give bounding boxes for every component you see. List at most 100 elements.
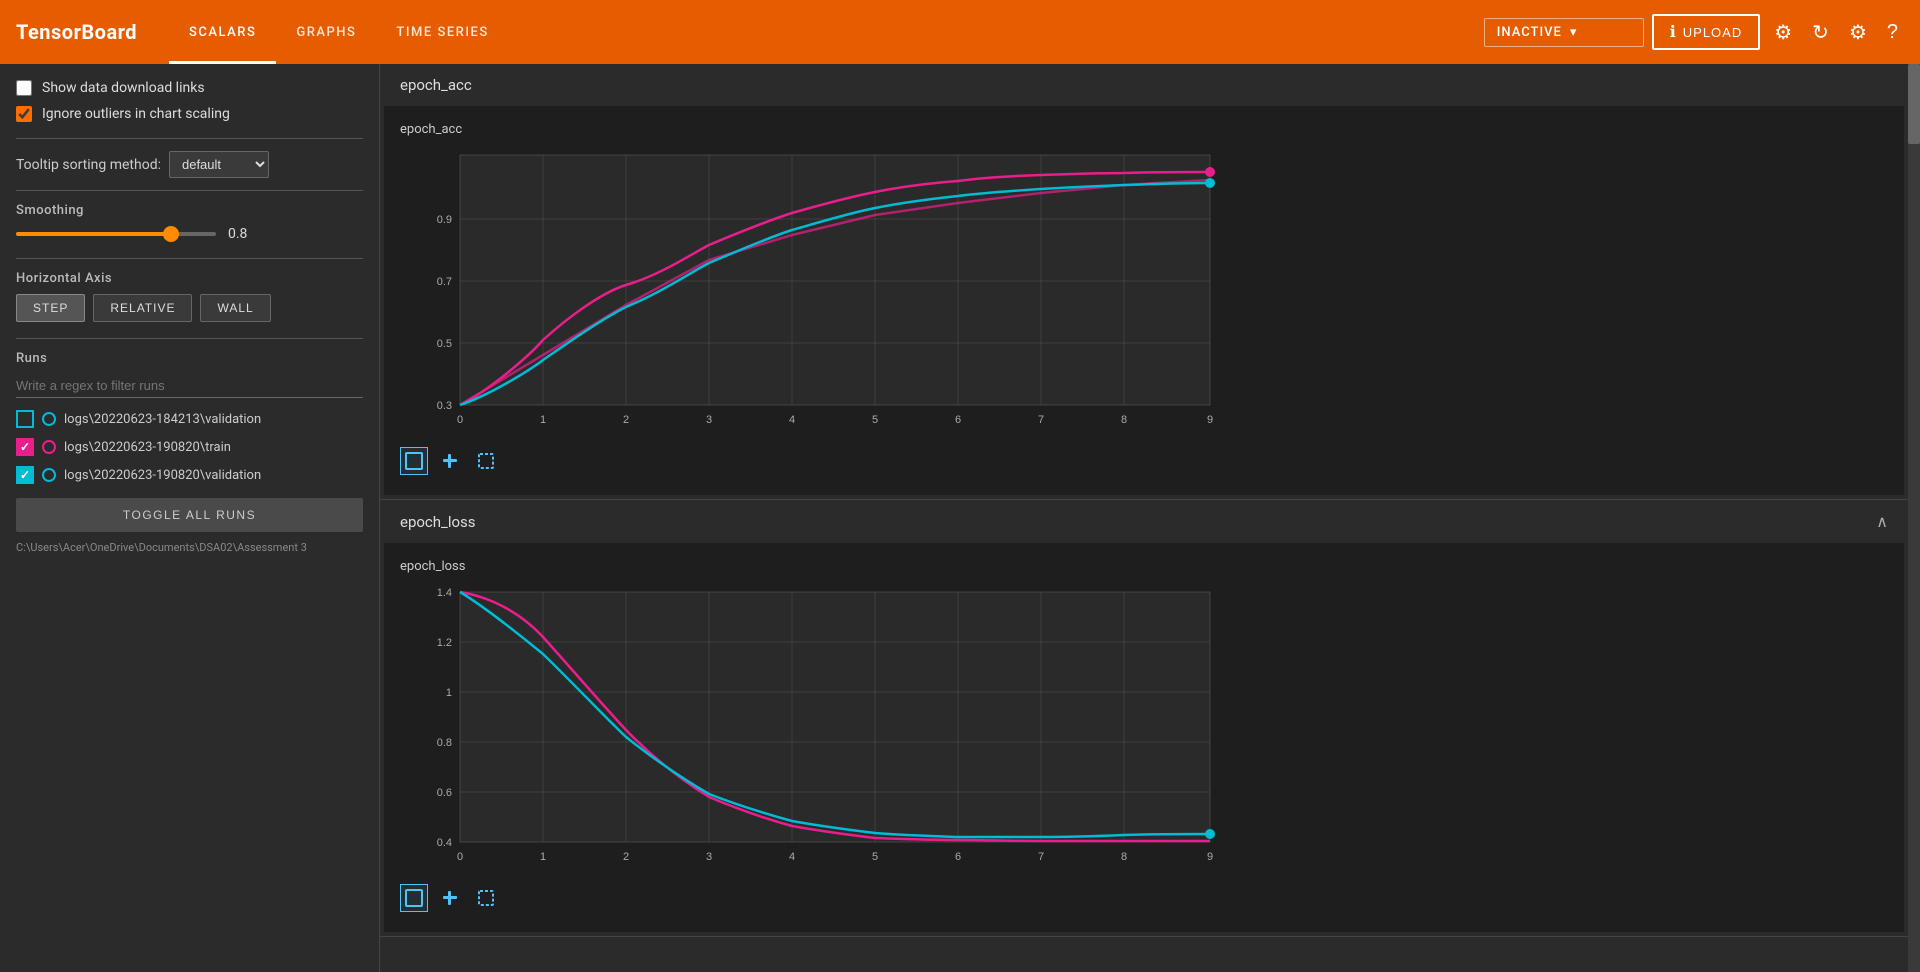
run-label-1: logs\20220623-190820\train xyxy=(64,440,231,455)
svg-text:0.7: 0.7 xyxy=(437,276,452,288)
svg-text:0.3: 0.3 xyxy=(437,400,452,412)
dark-settings-icon[interactable]: ⚙ xyxy=(1768,14,1798,51)
run-checkbox-0[interactable] xyxy=(16,410,34,428)
chart-section-0: epoch_acc epoch_acc xyxy=(380,64,1908,500)
pan-btn-1[interactable] xyxy=(436,884,464,912)
show-download-checkbox[interactable] xyxy=(16,80,32,96)
chart-title-0: epoch_acc xyxy=(400,122,1888,137)
pan-btn-0[interactable] xyxy=(436,447,464,475)
smoothing-section: Smoothing 0.8 xyxy=(16,203,363,242)
ignore-outliers-checkbox[interactable] xyxy=(16,106,32,122)
chart-section-1: epoch_loss ∧ epoch_loss xyxy=(380,500,1908,937)
upload-button[interactable]: ℹ UPLOAD xyxy=(1652,14,1761,50)
tooltip-select[interactable]: default xyxy=(169,151,269,178)
svg-text:5: 5 xyxy=(872,414,878,426)
run-label-0: logs\20220623-184213\validation xyxy=(64,412,261,427)
smoothing-value: 0.8 xyxy=(228,226,258,242)
slider-row: 0.8 xyxy=(16,226,363,242)
header: TensorBoard SCALARS GRAPHS TIME SERIES I… xyxy=(0,0,1920,64)
scrollbar-thumb[interactable] xyxy=(1908,64,1920,144)
svg-text:1: 1 xyxy=(540,414,546,426)
options-section: Show data download links Ignore outliers… xyxy=(16,80,363,122)
nav-scalars[interactable]: SCALARS xyxy=(169,0,276,64)
axis-wall-btn[interactable]: WALL xyxy=(200,294,270,322)
svg-text:6: 6 xyxy=(955,851,961,863)
svg-text:7: 7 xyxy=(1038,851,1044,863)
settings-icon[interactable]: ⚙ xyxy=(1843,14,1873,51)
svg-text:0.4: 0.4 xyxy=(437,837,452,849)
info-icon: ℹ xyxy=(1670,22,1677,42)
scrollbar-track[interactable] xyxy=(1908,64,1920,972)
svg-text:0.8: 0.8 xyxy=(437,737,452,749)
svg-text:0.5: 0.5 xyxy=(437,338,452,350)
svg-text:4: 4 xyxy=(789,851,795,863)
svg-text:0.9: 0.9 xyxy=(437,214,452,226)
smoothing-slider[interactable] xyxy=(16,232,216,236)
svg-text:3: 3 xyxy=(706,851,712,863)
svg-text:6: 6 xyxy=(955,414,961,426)
run-label-2: logs\20220623-190820\validation xyxy=(64,468,261,483)
svg-text:2: 2 xyxy=(623,851,629,863)
svg-text:9: 9 xyxy=(1207,414,1213,426)
path-text: C:\Users\Acer\OneDrive\Documents\DSA02\A… xyxy=(16,540,363,555)
main-layout: Show data download links Ignore outliers… xyxy=(0,64,1920,972)
svg-text:0: 0 xyxy=(457,851,463,863)
nav-graphs[interactable]: GRAPHS xyxy=(276,0,376,64)
divider-3 xyxy=(16,258,363,259)
inactive-dropdown[interactable]: INACTIVE ▾ xyxy=(1484,18,1644,47)
svg-text:7: 7 xyxy=(1038,414,1044,426)
zoom-btn-1[interactable] xyxy=(400,884,428,912)
chart-svg-1: 0.4 0.6 0.8 1 1.2 1.4 0 1 2 3 4 5 6 xyxy=(400,582,1220,872)
select-btn-0[interactable] xyxy=(472,447,500,475)
h-axis-label: Horizontal Axis xyxy=(16,271,363,286)
svg-text:8: 8 xyxy=(1121,414,1127,426)
chart-title-1: epoch_loss xyxy=(400,559,1888,574)
help-icon[interactable]: ? xyxy=(1881,15,1904,50)
divider-1 xyxy=(16,138,363,139)
run-item-1: ✓ logs\20220623-190820\train xyxy=(16,438,363,456)
runs-filter-input[interactable] xyxy=(16,374,363,398)
svg-text:0: 0 xyxy=(457,414,463,426)
svg-text:1: 1 xyxy=(446,687,452,699)
run-checkbox-2[interactable]: ✓ xyxy=(16,466,34,484)
main-content: epoch_acc epoch_acc xyxy=(380,64,1908,972)
chart-toolbar-0 xyxy=(400,443,1888,479)
svg-text:0.6: 0.6 xyxy=(437,787,452,799)
chart-svg-0: 0.3 0.5 0.7 0.9 0 1 2 3 4 5 6 7 8 xyxy=(400,145,1220,435)
axis-relative-btn[interactable]: RELATIVE xyxy=(93,294,192,322)
select-btn-1[interactable] xyxy=(472,884,500,912)
svg-text:1.4: 1.4 xyxy=(437,587,452,599)
ignore-outliers-row[interactable]: Ignore outliers in chart scaling xyxy=(16,106,363,122)
chart-area-1: 0.4 0.6 0.8 1 1.2 1.4 0 1 2 3 4 5 6 xyxy=(400,582,1888,872)
svg-text:3: 3 xyxy=(706,414,712,426)
svg-text:1: 1 xyxy=(540,851,546,863)
runs-section: Runs logs\20220623-184213\validation ✓ l… xyxy=(16,351,363,555)
svg-text:8: 8 xyxy=(1121,851,1127,863)
collapse-icon-1[interactable]: ∧ xyxy=(1876,512,1888,531)
tooltip-label: Tooltip sorting method: xyxy=(16,157,161,173)
chart-section-title-0: epoch_acc xyxy=(400,76,472,94)
nav-time-series[interactable]: TIME SERIES xyxy=(376,0,508,64)
axis-step-btn[interactable]: STEP xyxy=(16,294,85,322)
show-download-label: Show data download links xyxy=(42,80,205,96)
chart-toolbar-1 xyxy=(400,880,1888,916)
run-item-0: logs\20220623-184213\validation xyxy=(16,410,363,428)
zoom-btn-0[interactable] xyxy=(400,447,428,475)
svg-text:2: 2 xyxy=(623,414,629,426)
run-dot-1 xyxy=(42,440,56,454)
svg-text:9: 9 xyxy=(1207,851,1213,863)
refresh-icon[interactable]: ↻ xyxy=(1806,14,1835,51)
runs-label: Runs xyxy=(16,351,363,366)
sidebar: Show data download links Ignore outliers… xyxy=(0,64,380,972)
run-checkbox-1[interactable]: ✓ xyxy=(16,438,34,456)
show-download-row[interactable]: Show data download links xyxy=(16,80,363,96)
run-item-2: ✓ logs\20220623-190820\validation xyxy=(16,466,363,484)
ignore-outliers-label: Ignore outliers in chart scaling xyxy=(42,106,230,122)
divider-4 xyxy=(16,338,363,339)
run-dot-2 xyxy=(42,468,56,482)
chart-area-0: 0.3 0.5 0.7 0.9 0 1 2 3 4 5 6 7 8 xyxy=(400,145,1888,435)
header-right: INACTIVE ▾ ℹ UPLOAD ⚙ ↻ ⚙ ? xyxy=(1484,14,1904,51)
axis-buttons: STEP RELATIVE WALL xyxy=(16,294,363,322)
toggle-all-button[interactable]: TOGGLE ALL RUNS xyxy=(16,498,363,532)
logo: TensorBoard xyxy=(16,20,137,44)
